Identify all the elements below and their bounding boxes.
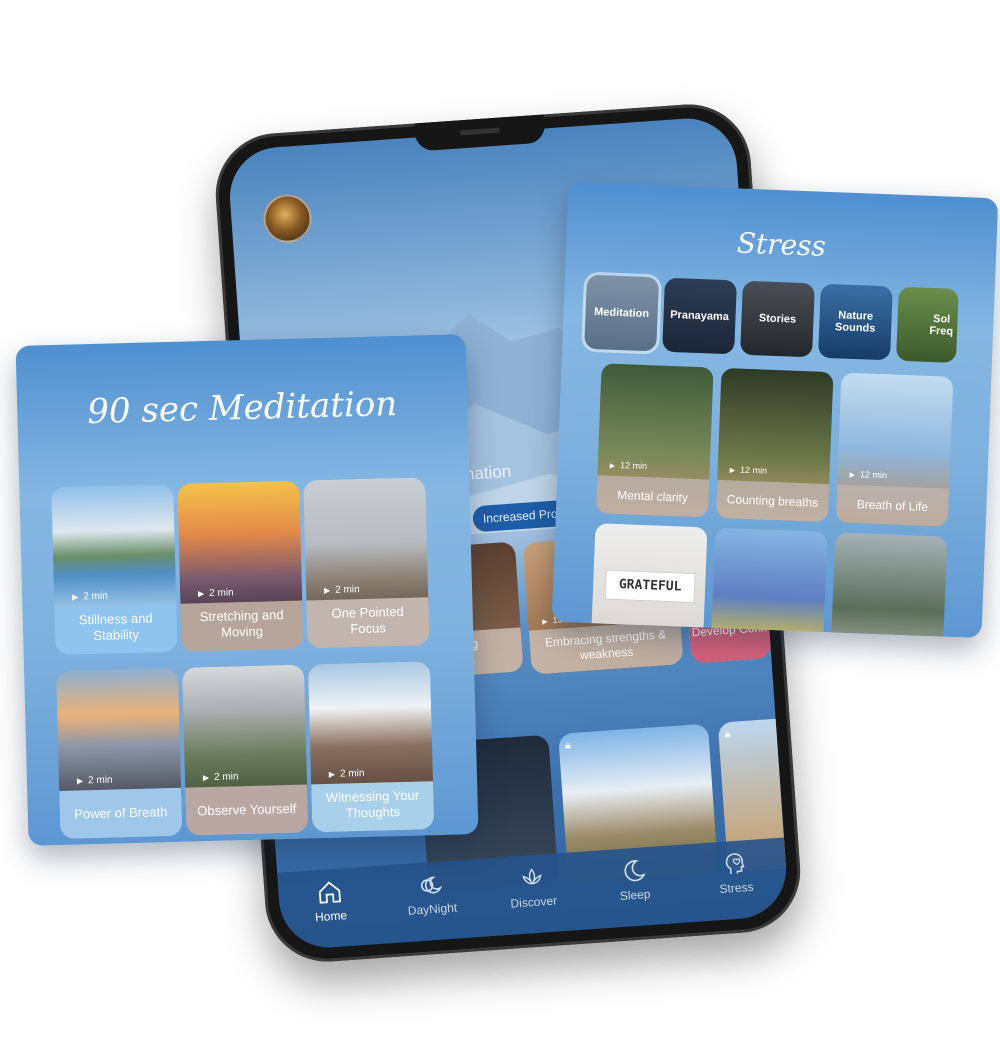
- card-image: [56, 667, 182, 799]
- category-stories[interactable]: Stories: [740, 280, 815, 358]
- stress-panel: Stress Meditation Pranayama Stories Natu…: [551, 181, 999, 639]
- daynight-icon: [421, 876, 443, 894]
- tab-label: DayNight: [407, 900, 458, 918]
- stress-card-book[interactable]: [829, 532, 948, 639]
- duration-badge: 2 min: [324, 584, 360, 596]
- tab-label: Stress: [719, 879, 754, 897]
- grateful-sign: GRATEFUL: [604, 569, 696, 604]
- duration-badge: 2 min: [198, 587, 234, 599]
- stress-card-grateful[interactable]: GRATEFUL: [589, 523, 708, 639]
- tab-label: Home: [314, 908, 348, 925]
- tab-sleep[interactable]: Sleep: [598, 856, 671, 905]
- card-image: [307, 661, 434, 793]
- duration-badge: 12 min: [610, 460, 647, 471]
- meditation-card-power-of-breath[interactable]: 2 min Power of Breath: [56, 667, 183, 839]
- tab-stress[interactable]: Stress: [699, 849, 772, 898]
- card-label: One Pointed Focus: [306, 597, 430, 649]
- lock-icon: 🔒︎: [564, 739, 572, 752]
- head-heart-icon: [725, 853, 745, 875]
- home-card-label: Embracing strengths & weakness: [528, 620, 684, 675]
- tab-label: Discover: [510, 893, 558, 911]
- duration-badge: 12 min: [849, 469, 887, 480]
- meditation-card-stillness[interactable]: 2 min Stillness and Stability: [51, 483, 178, 656]
- meditation-card-stretching[interactable]: 2 min Stretching and Moving: [177, 480, 304, 652]
- card-label: Witnessing Your Thoughts: [311, 781, 435, 833]
- moon-icon: [624, 860, 646, 882]
- tab-discover[interactable]: Discover: [496, 863, 569, 912]
- bottom-tab-bar: Home DayNight Discover Sleep Stress: [277, 837, 790, 951]
- stress-title: Stress: [736, 226, 827, 263]
- card-image: [182, 664, 308, 796]
- category-pranayama[interactable]: Pranayama: [662, 277, 737, 355]
- meditation-title: 90 sec Meditation: [86, 384, 398, 433]
- card-label: Observe Yourself: [185, 784, 309, 836]
- meditation-card-one-pointed-focus[interactable]: 2 min One Pointed Focus: [303, 477, 430, 649]
- stress-card-mental-clarity[interactable]: 12 min Mental clarity: [595, 363, 714, 518]
- duration-badge: 2 min: [329, 768, 365, 780]
- card-image: [177, 480, 303, 612]
- card-image: [303, 477, 429, 609]
- meditation-panel: 90 sec Meditation 2 min Stillness and St…: [15, 334, 479, 846]
- stress-card-counting-breaths[interactable]: 12 min Counting breaths: [715, 367, 834, 523]
- category-solfeggio[interactable]: Sol Freq: [895, 286, 959, 363]
- card-label: Stillness and Stability: [54, 603, 178, 656]
- stress-card-label: Mental clarity: [595, 475, 710, 518]
- meditation-card-witnessing-thoughts[interactable]: 2 min Witnessing Your Thoughts: [307, 661, 435, 833]
- stress-card-label: Counting breaths: [715, 479, 830, 523]
- home-icon: [318, 881, 341, 904]
- stress-card-breath-of-life[interactable]: 12 min Breath of Life: [835, 372, 954, 527]
- tab-label: Sleep: [619, 886, 651, 904]
- lotus-icon: [522, 868, 542, 885]
- category-nature-sounds[interactable]: Nature Sounds: [818, 283, 893, 361]
- duration-badge: 2 min: [72, 591, 108, 603]
- stress-card-label: Breath of Life: [835, 484, 950, 527]
- profile-avatar[interactable]: [261, 192, 314, 245]
- lock-icon: 🔒︎: [724, 727, 731, 741]
- tab-home[interactable]: Home: [294, 877, 367, 926]
- duration-badge: 12 min: [729, 464, 767, 476]
- card-image: [51, 483, 177, 616]
- card-label: Stretching and Moving: [180, 600, 304, 652]
- card-label: Power of Breath: [59, 787, 183, 839]
- duration-badge: 2 min: [77, 775, 113, 787]
- tab-daynight[interactable]: DayNight: [395, 870, 468, 919]
- duration-badge: 2 min: [203, 771, 239, 783]
- category-meditation[interactable]: Meditation: [584, 274, 660, 352]
- meditation-card-observe-yourself[interactable]: 2 min Observe Yourself: [182, 664, 309, 836]
- stress-card-field[interactable]: [709, 527, 828, 639]
